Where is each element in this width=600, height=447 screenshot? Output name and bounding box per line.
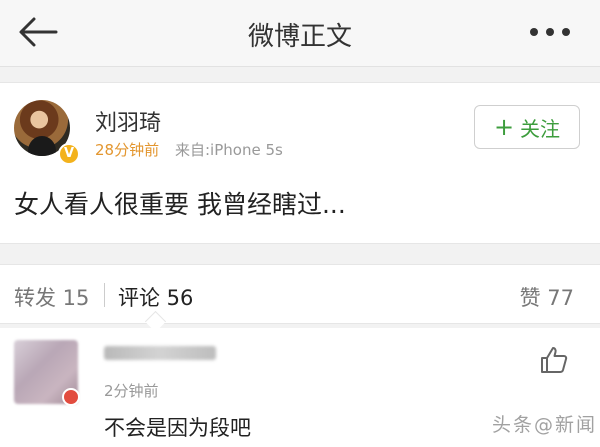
- plus-icon: +: [493, 113, 515, 141]
- post-text: 女人看人很重要 我曾经瞎过...: [14, 190, 346, 219]
- tab-like[interactable]: 赞 77: [520, 282, 574, 312]
- post-source: 来自:iPhone 5s: [175, 141, 283, 159]
- stats-bar: 转发 15 评论 56 赞 77: [0, 264, 600, 324]
- tab-comment[interactable]: 评论 56: [118, 282, 193, 312]
- follow-label: 关注: [520, 116, 561, 141]
- tab-repost[interactable]: 转发 15: [14, 282, 89, 312]
- more-dots-icon[interactable]: [530, 28, 570, 38]
- follow-button[interactable]: + 关注: [474, 105, 580, 149]
- nav-bar: 微博正文: [0, 0, 600, 67]
- watermark: 头条@新闻: [492, 414, 598, 436]
- divider: [104, 283, 105, 307]
- commenter-name-blurred[interactable]: [104, 346, 216, 360]
- post-time: 28分钟前: [95, 141, 160, 159]
- comment-text: 不会是因为段吧: [104, 416, 251, 440]
- commenter-badge-icon: [62, 388, 80, 406]
- verified-badge-icon: V: [58, 143, 80, 165]
- thumbs-up-icon[interactable]: [538, 344, 570, 376]
- comment-time: 2分钟前: [104, 382, 159, 400]
- page-title: 微博正文: [247, 22, 352, 52]
- post-card: V 刘羽琦 28分钟前 来自:iPhone 5s + 关注 女人看人很重要 我曾…: [0, 82, 600, 244]
- author-name[interactable]: 刘羽琦: [95, 105, 161, 137]
